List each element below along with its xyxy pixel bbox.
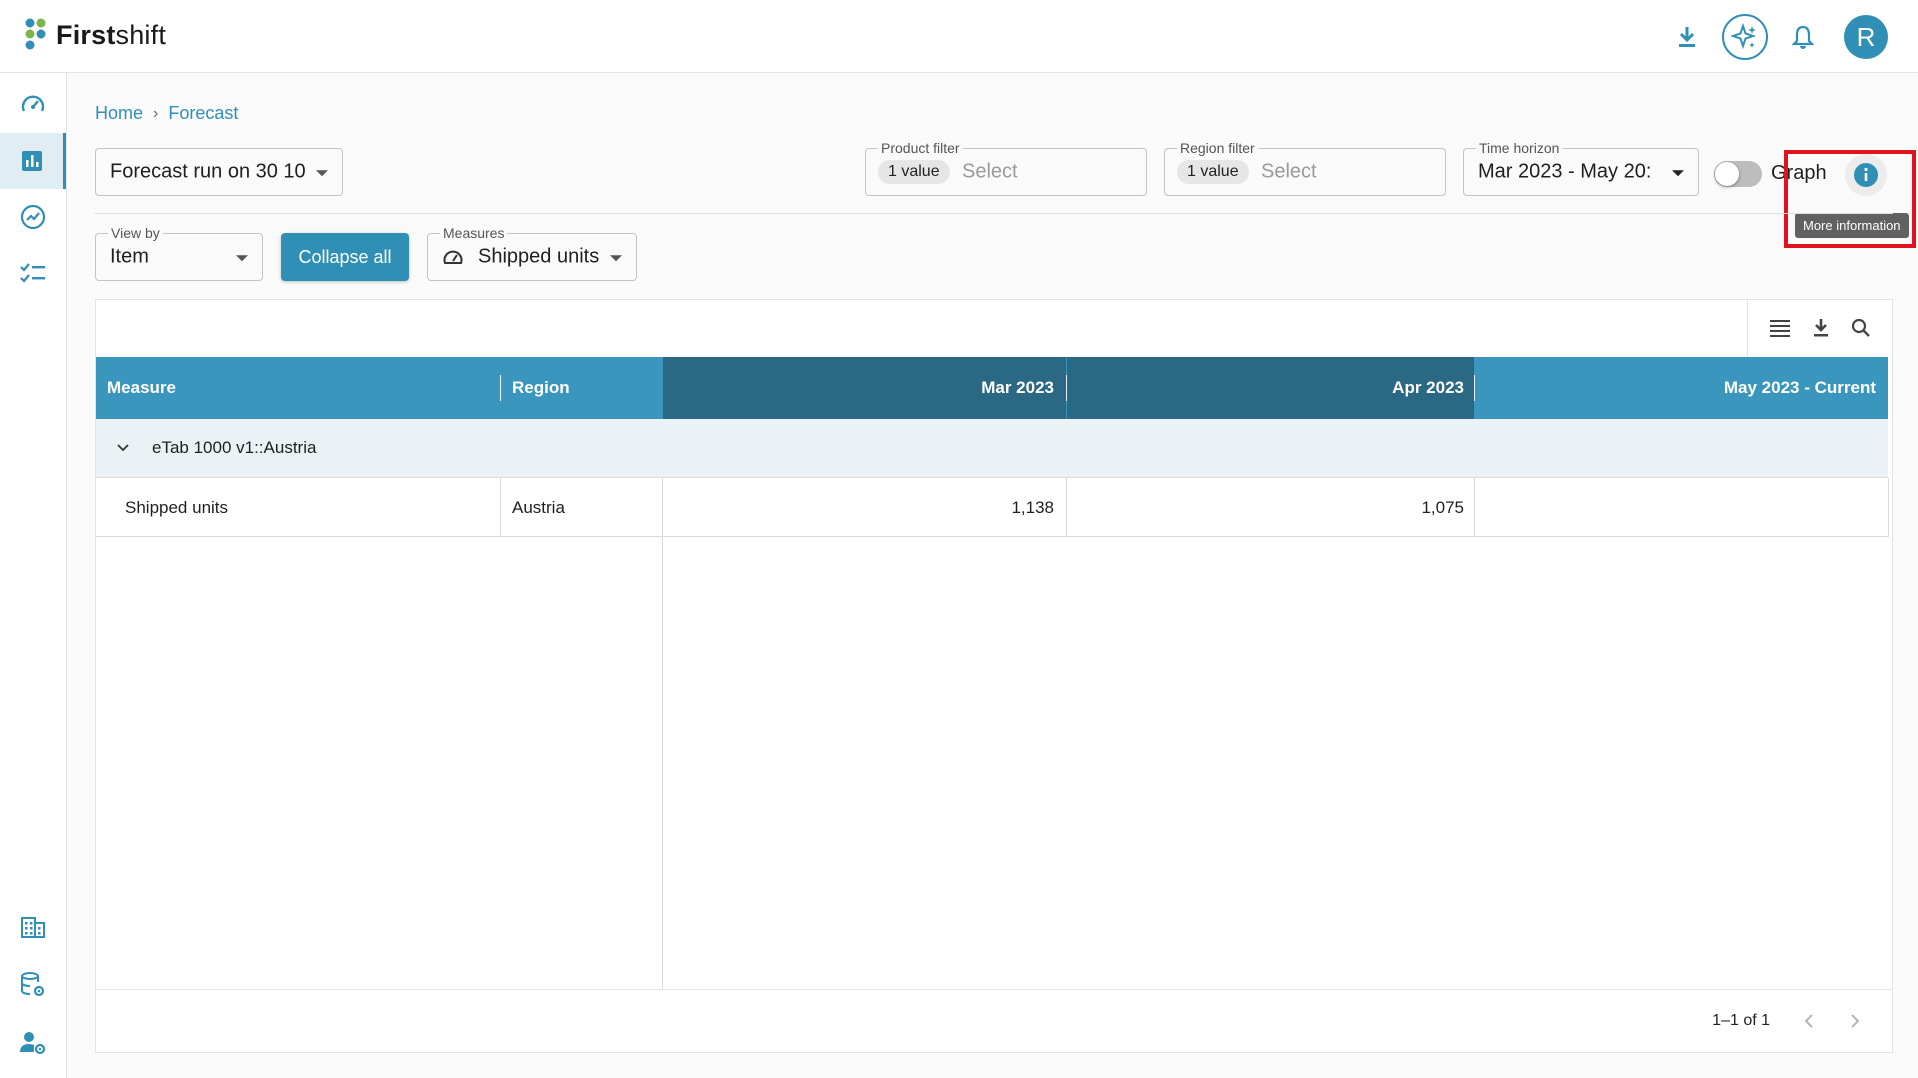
chevron-right-icon <box>1851 1014 1860 1028</box>
chevron-down-icon <box>1672 170 1684 177</box>
grid-download-button[interactable] <box>1812 318 1830 338</box>
top-bar: Firstshift R <box>0 0 1918 73</box>
time-horizon-select[interactable]: Time horizon Mar 2023 - May 20: <box>1463 140 1699 196</box>
toggle-knob <box>1715 162 1739 186</box>
product-filter[interactable]: Product filter 1 value Select <box>865 140 1147 196</box>
view-by-value: Item <box>110 245 149 268</box>
sidebar-item-data-settings[interactable] <box>0 957 66 1013</box>
highlight-box <box>1784 150 1916 248</box>
filter-divider <box>95 213 1893 214</box>
breadcrumb-current: Forecast <box>168 103 239 123</box>
app-name: Firstshift <box>56 19 167 50</box>
cell-apr-2023[interactable]: 1,075 <box>1067 478 1474 537</box>
group-row[interactable]: eTab 1000 v1::Austria <box>96 419 1888 478</box>
column-divider <box>500 478 501 537</box>
header-mar-2023[interactable]: Mar 2023 <box>663 357 1066 419</box>
columns-menu-button[interactable] <box>1769 318 1791 338</box>
main-content: Home › Forecast Forecast run on 30 10 Pr… <box>67 73 1918 1078</box>
download-button[interactable] <box>1664 14 1710 60</box>
measures-value: Shipped units <box>478 245 600 268</box>
measures-label: Measures <box>440 225 508 241</box>
grid-toolbar <box>1747 300 1892 356</box>
region-filter[interactable]: Region filter 1 value Select <box>1164 140 1446 196</box>
forecast-run-select[interactable]: Forecast run on 30 10 <box>95 148 343 196</box>
group-row-label: eTab 1000 v1::Austria <box>152 438 317 457</box>
gauge-icon <box>443 250 463 264</box>
product-filter-label: Product filter <box>878 140 963 156</box>
forecast-grid: Measure Region Mar 2023 Apr 2023 May 202… <box>95 299 1893 1053</box>
column-divider <box>1888 478 1889 537</box>
chevron-down-icon <box>610 255 622 262</box>
header-may-2023-current[interactable]: May 2023 - Current <box>1475 357 1888 419</box>
user-avatar[interactable]: R <box>1844 15 1888 59</box>
cell-may-2023[interactable] <box>1475 478 1888 537</box>
dashboard-icon <box>21 95 45 112</box>
grid-footer: 1–1 of 1 <box>96 989 1892 1052</box>
breadcrumb-separator: › <box>153 104 159 122</box>
download-icon <box>1679 27 1695 47</box>
sidebar-item-dashboard[interactable] <box>0 77 66 133</box>
time-horizon-value: Mar 2023 - May 20: <box>1478 160 1652 183</box>
user-settings-icon <box>20 1032 46 1055</box>
region-filter-chip[interactable]: 1 value <box>1177 160 1249 184</box>
bar-chart-icon <box>21 151 42 171</box>
chevron-down-icon <box>236 255 248 262</box>
sidebar-item-organization[interactable] <box>0 899 66 955</box>
chevron-down-icon <box>316 170 328 177</box>
column-divider <box>662 478 663 990</box>
grid-header-row: Measure Region Mar 2023 Apr 2023 May 202… <box>96 357 1888 419</box>
breadcrumb: Home › Forecast <box>95 103 238 124</box>
pagination-info: 1–1 of 1 <box>1712 1012 1770 1029</box>
firstshift-logo-icon <box>25 18 46 50</box>
column-divider <box>1474 478 1475 537</box>
view-by-select[interactable]: View by Item <box>95 225 263 281</box>
columns-menu-icon <box>1769 320 1790 337</box>
product-filter-placeholder: Select <box>962 160 1018 183</box>
header-apr-2023[interactable]: Apr 2023 <box>1067 357 1474 419</box>
collapse-all-button[interactable]: Collapse all <box>281 233 409 281</box>
app-logo[interactable]: Firstshift <box>24 17 166 53</box>
cell-mar-2023[interactable]: 1,138 <box>663 478 1066 537</box>
notifications-button[interactable] <box>1780 14 1826 60</box>
bell-icon <box>1792 25 1814 49</box>
header-region[interactable]: Region <box>501 357 663 419</box>
measures-select[interactable]: Measures Shipped units <box>427 225 637 281</box>
cell-region[interactable]: Austria <box>501 478 663 537</box>
time-horizon-label: Time horizon <box>1476 140 1563 156</box>
chevron-left-icon <box>1804 1014 1813 1028</box>
product-filter-chip[interactable]: 1 value <box>878 160 950 184</box>
database-settings-icon <box>21 972 45 997</box>
cell-measure[interactable]: Shipped units <box>96 478 500 537</box>
ai-sparkle-icon <box>1731 23 1757 50</box>
next-page-button[interactable] <box>1842 1008 1868 1034</box>
building-icon <box>21 917 45 938</box>
breadcrumb-home[interactable]: Home <box>95 103 143 124</box>
ai-assistant-button[interactable] <box>1722 14 1768 60</box>
view-by-label: View by <box>108 225 163 241</box>
region-filter-placeholder: Select <box>1261 160 1317 183</box>
previous-page-button[interactable] <box>1796 1008 1822 1034</box>
table-row: Shipped units Austria 1,138 1,075 <box>96 478 1888 537</box>
region-filter-label: Region filter <box>1177 140 1258 156</box>
trend-icon <box>20 204 46 230</box>
sidebar-item-tasks[interactable] <box>0 245 66 301</box>
chevron-down-icon[interactable] <box>116 443 130 453</box>
sidebar-item-forecast[interactable] <box>0 133 66 189</box>
search-icon <box>1852 318 1871 337</box>
graph-toggle[interactable] <box>1714 161 1762 187</box>
column-divider <box>1066 478 1067 537</box>
grid-search-button[interactable] <box>1851 318 1871 338</box>
sidebar-item-user-settings[interactable] <box>0 1015 66 1071</box>
checklist-icon <box>20 263 45 283</box>
header-measure[interactable]: Measure <box>96 357 500 419</box>
download-icon <box>1813 319 1828 337</box>
sidebar <box>0 73 67 1078</box>
sidebar-item-analytics[interactable] <box>0 189 66 245</box>
forecast-run-value: Forecast run on 30 10 <box>110 160 306 183</box>
